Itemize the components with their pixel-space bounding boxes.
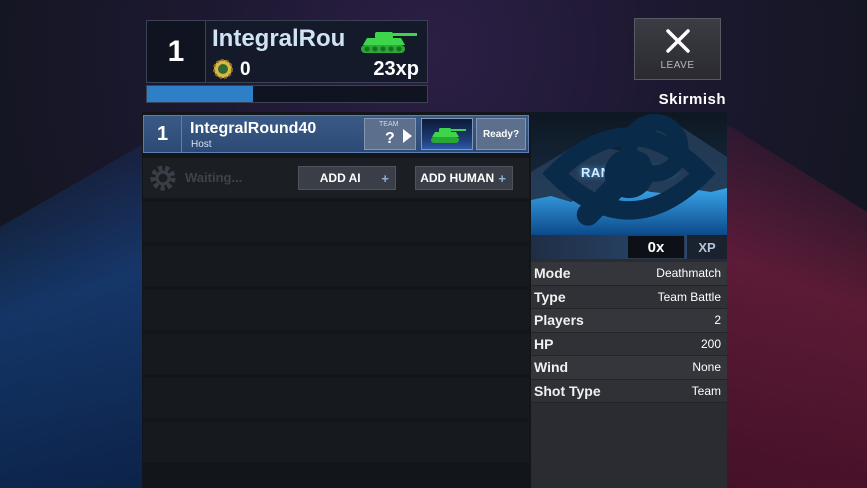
background-glow-left (0, 140, 150, 488)
setting-key: Wind (534, 359, 569, 376)
empty-slot (143, 422, 529, 462)
tank-selector[interactable] (421, 118, 473, 150)
tank-icon (361, 32, 417, 53)
arrow-right-icon (403, 129, 412, 143)
player-name: IntegralRou (212, 25, 346, 52)
background-glow-right (720, 120, 867, 488)
leave-button[interactable]: LEAVE (634, 18, 721, 80)
open-slot: Waiting... ADD AI + ADD HUMAN + (143, 158, 529, 198)
tank-icon (431, 128, 466, 143)
leave-label: LEAVE (660, 59, 695, 71)
empty-slot (143, 246, 529, 286)
add-human-label: ADD HUMAN (420, 171, 495, 185)
setting-value: None (692, 360, 721, 375)
wrench-icon[interactable] (531, 112, 727, 235)
slot-player-name: IntegralRound40 (190, 120, 317, 137)
slot-rank: 1 (144, 116, 182, 152)
add-ai-button[interactable]: ADD AI + (298, 166, 396, 190)
slot-player-role: Host (191, 139, 212, 150)
player-card: 1 IntegralRou 0 23xp (146, 20, 428, 103)
ready-button[interactable]: Ready? (476, 118, 526, 150)
setting-value: Deathmatch (656, 266, 721, 281)
empty-slot (143, 202, 529, 242)
player-info: IntegralRou 0 23xp (206, 20, 428, 83)
empty-slot (143, 334, 529, 374)
xp-amount: 23xp (373, 58, 419, 80)
coin-count: 0 (240, 59, 251, 80)
add-ai-label: ADD AI (319, 171, 361, 185)
setting-value: 2 (714, 313, 721, 328)
waiting-text: Waiting... (185, 170, 243, 185)
setting-value: 200 (700, 336, 721, 351)
setting-row-shot-type[interactable]: Shot Type Team (531, 379, 727, 403)
add-human-button[interactable]: ADD HUMAN + (415, 166, 513, 190)
team-label: TEAM (379, 121, 399, 128)
setting-row-mode[interactable]: Mode Deathmatch (531, 262, 727, 286)
gear-icon (150, 165, 176, 191)
setting-row-players[interactable]: Players 2 (531, 309, 727, 333)
xp-progress-fill (147, 86, 254, 102)
setting-row-hp[interactable]: HP 200 (531, 332, 727, 356)
setting-key: HP (534, 335, 554, 352)
team-selector[interactable]: TEAM ? (364, 118, 416, 150)
xp-multiplier: 0x XP (531, 235, 727, 259)
player-slot: 1 IntegralRound40 Host TEAM ? Ready? (143, 115, 529, 153)
match-settings: Mode Deathmatch Type Team Battle Players… (531, 262, 727, 403)
empty-slot (143, 378, 529, 418)
setting-key: Type (534, 288, 566, 305)
map-preview[interactable]: RANDOM MAP (531, 112, 727, 235)
setting-row-wind[interactable]: Wind None (531, 356, 727, 380)
close-icon (665, 28, 690, 53)
player-rank: 1 (146, 20, 206, 83)
team-value: ? (385, 130, 395, 147)
xp-multiplier-value: 0x (627, 235, 685, 259)
setting-row-type[interactable]: Type Team Battle (531, 285, 727, 309)
coin-icon (213, 59, 233, 79)
empty-slot (143, 290, 529, 330)
map-panel: RANDOM MAP 0x XP Mode Deathmatch Type Te… (531, 112, 727, 488)
setting-key: Mode (534, 265, 571, 282)
lobby-panel: 1 IntegralRound40 Host TEAM ? Ready? Wai… (142, 112, 531, 488)
plus-icon: + (381, 170, 389, 186)
plus-icon: + (498, 170, 506, 186)
xp-progress-bar (146, 85, 428, 103)
setting-value: Team Battle (657, 289, 721, 304)
setting-value: Team (691, 383, 721, 398)
setting-key: Players (534, 312, 584, 329)
xp-multiplier-label: XP (687, 235, 727, 259)
setting-key: Shot Type (534, 382, 601, 399)
mode-title: Skirmish (658, 91, 726, 108)
